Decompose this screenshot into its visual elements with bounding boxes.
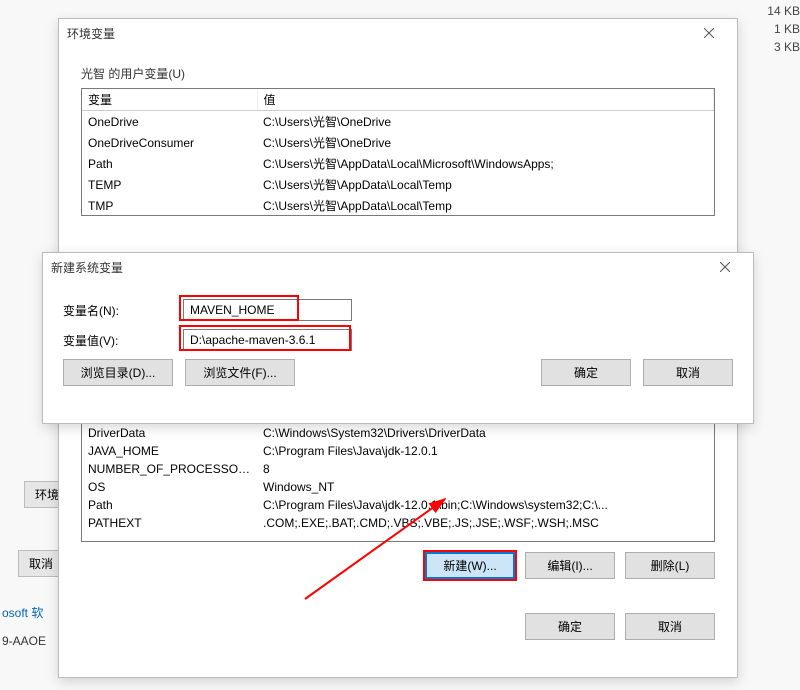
table-row[interactable]: OneDriveC:\Users\光智\OneDrive [82, 111, 714, 133]
newvar-title: 新建系统变量 [51, 259, 123, 276]
table-row[interactable]: PATHEXT.COM;.EXE;.BAT;.CMD;.VBS;.VBE;.JS… [82, 514, 714, 532]
system-edit-button[interactable]: 编辑(I)... [525, 552, 615, 579]
newvar-cancel-button[interactable]: 取消 [643, 359, 733, 386]
user-vars-header-var[interactable]: 变量 [82, 89, 257, 111]
new-system-variable-dialog: 新建系统变量 变量名(N): 变量值(V): 浏览目录(D)... 浏览文件(F… [42, 252, 754, 424]
var-value-label: 变量值(V): [63, 332, 183, 349]
var-name-input[interactable] [183, 299, 352, 321]
table-row[interactable]: PathC:\Users\光智\AppData\Local\Microsoft\… [82, 153, 714, 174]
table-row[interactable]: OSWindows_NT [82, 478, 714, 496]
table-row[interactable]: TMPC:\Users\光智\AppData\Local\Temp [82, 195, 714, 216]
bg-link-fragment[interactable]: osoft 软 [2, 604, 43, 621]
env-dialog-titlebar[interactable]: 环境变量 [59, 19, 737, 47]
user-vars-table[interactable]: 变量 值 OneDriveC:\Users\光智\OneDriveOneDriv… [81, 88, 715, 216]
newvar-titlebar[interactable]: 新建系统变量 [43, 253, 753, 281]
table-row[interactable]: PathC:\Program Files\Java\jdk-12.0.1\bin… [82, 496, 714, 514]
bg-text-fragment: 9-AAOE [2, 634, 46, 648]
close-icon[interactable] [689, 19, 729, 47]
browse-file-button[interactable]: 浏览文件(F)... [185, 359, 295, 386]
system-new-button[interactable]: 新建(W)... [425, 552, 515, 579]
system-delete-button[interactable]: 删除(L) [625, 552, 715, 579]
table-row[interactable]: NUMBER_OF_PROCESSORS8 [82, 460, 714, 478]
system-vars-table[interactable]: DriverDataC:\Windows\System32\Drivers\Dr… [81, 424, 715, 542]
close-icon[interactable] [705, 253, 745, 281]
user-vars-header-val[interactable]: 值 [257, 89, 714, 111]
var-value-input[interactable] [183, 329, 352, 351]
table-row[interactable]: OneDriveConsumerC:\Users\光智\OneDrive [82, 132, 714, 153]
var-name-label: 变量名(N): [63, 302, 183, 319]
table-row[interactable]: TEMPC:\Users\光智\AppData\Local\Temp [82, 174, 714, 195]
browse-dir-button[interactable]: 浏览目录(D)... [63, 359, 173, 386]
table-row[interactable]: DriverDataC:\Windows\System32\Drivers\Dr… [82, 424, 714, 442]
env-ok-button[interactable]: 确定 [525, 613, 615, 640]
env-dialog-title: 环境变量 [67, 25, 115, 42]
table-row[interactable]: JAVA_HOMEC:\Program Files\Java\jdk-12.0.… [82, 442, 714, 460]
newvar-ok-button[interactable]: 确定 [541, 359, 631, 386]
user-vars-group-label: 光智 的用户变量(U) [81, 65, 715, 82]
env-cancel-button[interactable]: 取消 [625, 613, 715, 640]
